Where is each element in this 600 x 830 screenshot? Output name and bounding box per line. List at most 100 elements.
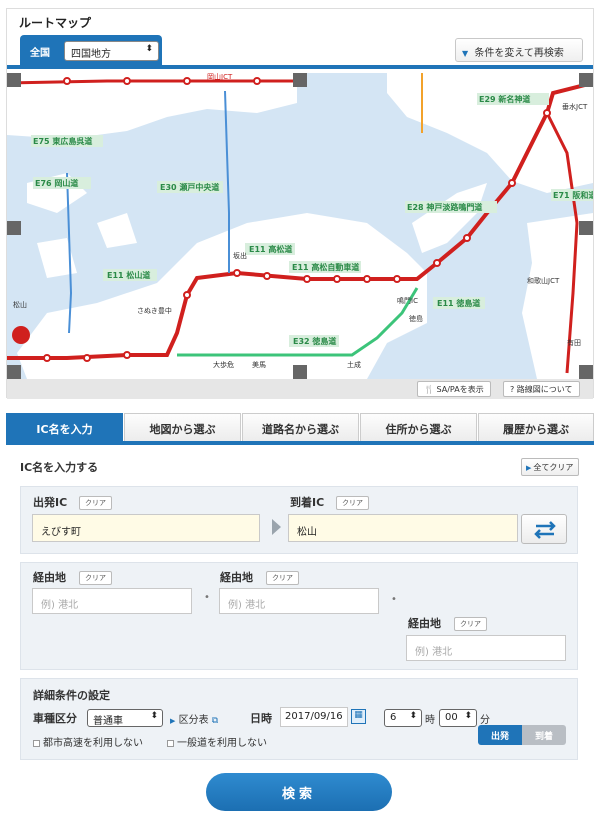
- land-kii: [522, 213, 593, 379]
- triangle-right-icon: ▶: [170, 717, 176, 725]
- road-label: E32 徳島道: [293, 336, 336, 346]
- sapa-icon: 🍴: [424, 385, 437, 394]
- departure-input[interactable]: えびす町: [32, 514, 260, 542]
- via-label-1: 経由地: [33, 571, 66, 584]
- route-search-page: ルートマップ 全国 四国地方 ⬍ ▼ 条件を変えて再検索 E11 松山道 E11…: [0, 0, 600, 830]
- place-label: 坂出: [233, 251, 247, 260]
- area-select[interactable]: 四国地方 ⬍: [64, 41, 159, 61]
- via-separator: •: [204, 592, 210, 603]
- departure-clear-button[interactable]: クリア: [79, 496, 112, 510]
- place-label: 岡山JCT: [207, 73, 233, 81]
- hour-select[interactable]: 6 ⬍: [384, 709, 422, 727]
- checkbox-icon: [167, 739, 174, 747]
- triangle-right-icon: ▶: [526, 464, 532, 472]
- tab-history[interactable]: 履歴から選ぶ: [478, 413, 594, 441]
- sapa-button[interactable]: 🍴 SA/PAを表示: [417, 381, 491, 397]
- no-general-road-checkbox[interactable]: 一般道を利用しない: [167, 734, 267, 749]
- route-map-panel: ルートマップ 全国 四国地方 ⬍ ▼ 条件を変えて再検索 E11 松山道 E11…: [6, 8, 594, 399]
- tab-map[interactable]: 地図から選ぶ: [124, 413, 241, 441]
- detail-title: 詳細条件の設定: [33, 689, 110, 702]
- minute-unit: 分: [480, 715, 490, 726]
- tab-address[interactable]: 住所から選ぶ: [360, 413, 477, 441]
- via-label-3: 経由地: [408, 617, 441, 630]
- tab-road-name[interactable]: 道路名から選ぶ: [242, 413, 359, 441]
- hour-unit: 時: [425, 715, 435, 726]
- vehicle-select[interactable]: 普通車 ⬍: [87, 709, 163, 727]
- minute-select[interactable]: 00 ⬍: [439, 709, 477, 727]
- road-label: E11 高松道: [249, 244, 292, 254]
- select-arrow-icon: ⬍: [145, 44, 153, 54]
- no-general-label: 一般道を利用しない: [177, 738, 267, 749]
- tab-ic-name[interactable]: IC名を入力: [6, 413, 123, 441]
- place-label: 松山: [13, 300, 27, 309]
- place-label: さぬき豊中: [137, 306, 172, 315]
- road-label: E11 松山道: [107, 270, 150, 280]
- road-label: E30 瀬戸中央道: [160, 182, 219, 192]
- arrow-right-icon: [272, 519, 281, 535]
- arrival-input[interactable]: 松山: [288, 514, 518, 542]
- clear-all-label: 全てクリア: [533, 463, 574, 472]
- station-ehimachi: [12, 326, 30, 344]
- place-label: 鳴門IC: [397, 296, 418, 305]
- route-map-svg: E11 松山道 E11 高松道 E11 高松自動車道 E11 徳島道 E32 徳…: [7, 73, 593, 379]
- place-label: 大歩危: [213, 360, 234, 369]
- road-label: E75 東広島呉道: [33, 136, 92, 146]
- road-label: E11 高松自動車道: [292, 262, 359, 272]
- area-tab-label: 全国: [30, 48, 50, 59]
- route-map-canvas[interactable]: E11 松山道 E11 高松道 E11 高松自動車道 E11 徳島道 E32 徳…: [7, 73, 593, 379]
- select-arrow-icon: ⬍: [464, 711, 472, 721]
- place-label: 垂水JCT: [562, 102, 588, 111]
- via-clear-button-3[interactable]: クリア: [454, 617, 487, 631]
- land-awaji: [412, 183, 487, 253]
- place-label: 有田: [567, 338, 581, 347]
- external-link-icon: ⧉: [211, 716, 219, 726]
- no-toll-label: 都市高速を利用しない: [43, 738, 143, 749]
- arrival-clear-button[interactable]: クリア: [336, 496, 369, 510]
- datetime-label: 日時: [250, 712, 272, 725]
- hour-select-value: 6: [390, 712, 397, 723]
- vehicle-select-value: 普通車: [93, 716, 123, 727]
- change-conditions-label: 条件を変えて再検索: [474, 48, 564, 59]
- via-input-2[interactable]: 例) 港北: [219, 588, 379, 614]
- departure-label: 出発IC: [33, 496, 68, 509]
- date-input[interactable]: 2017/09/16: [280, 707, 348, 727]
- no-toll-expressway-checkbox[interactable]: 都市高速を利用しない: [33, 734, 143, 749]
- place-label: 土成: [347, 360, 361, 369]
- about-map-button[interactable]: ? 路線図について: [503, 381, 580, 397]
- road-label: E71 阪和道: [553, 190, 593, 200]
- vehicle-label: 車種区分: [33, 712, 77, 725]
- via-input-1[interactable]: 例) 港北: [32, 588, 192, 614]
- road-label: E76 岡山道: [35, 178, 78, 188]
- toggle-arrival[interactable]: 到着: [522, 725, 566, 745]
- arrival-label: 到着IC: [290, 496, 325, 509]
- via-input-3[interactable]: 例) 港北: [406, 635, 566, 661]
- departure-arrival-toggle[interactable]: 出発 到着: [478, 725, 566, 745]
- checkbox-icon: [33, 739, 40, 747]
- class-table-link[interactable]: ▶ 区分表 ⧉: [170, 711, 218, 726]
- select-arrow-icon: ⬍: [150, 711, 158, 721]
- area-tab[interactable]: 全国 四国地方 ⬍: [20, 35, 162, 69]
- map-header: 全国 四国地方 ⬍ ▼ 条件を変えて再検索: [7, 33, 593, 69]
- select-arrow-icon: ⬍: [409, 711, 417, 721]
- area-select-value: 四国地方: [71, 49, 111, 60]
- road-label: E11 徳島道: [437, 298, 480, 308]
- search-method-tabs: IC名を入力 地図から選ぶ 道路名から選ぶ 住所から選ぶ 履歴から選ぶ: [6, 413, 594, 445]
- via-separator: •: [391, 594, 397, 605]
- change-conditions-button[interactable]: ▼ 条件を変えて再検索: [455, 38, 583, 62]
- place-label: 美馬: [252, 360, 266, 369]
- search-button[interactable]: 検索: [206, 773, 392, 811]
- class-table-label: 区分表: [178, 715, 209, 726]
- about-map-label: 路線図について: [516, 385, 573, 394]
- sapa-label: SA/PAを表示: [436, 385, 484, 394]
- via-clear-button-2[interactable]: クリア: [266, 571, 299, 585]
- toggle-departure[interactable]: 出発: [478, 725, 522, 745]
- map-footer: 🍴 SA/PAを表示 ? 路線図について: [7, 379, 593, 399]
- road-label: E29 新名神道: [479, 94, 530, 104]
- minute-select-value: 00: [445, 712, 458, 723]
- via-clear-button-1[interactable]: クリア: [79, 571, 112, 585]
- form-title: IC名を入力する: [20, 461, 99, 474]
- swap-button[interactable]: [521, 514, 567, 544]
- calendar-icon[interactable]: ▦: [351, 709, 366, 724]
- via-label-2: 経由地: [220, 571, 253, 584]
- clear-all-button[interactable]: ▶ 全てクリア: [521, 458, 579, 476]
